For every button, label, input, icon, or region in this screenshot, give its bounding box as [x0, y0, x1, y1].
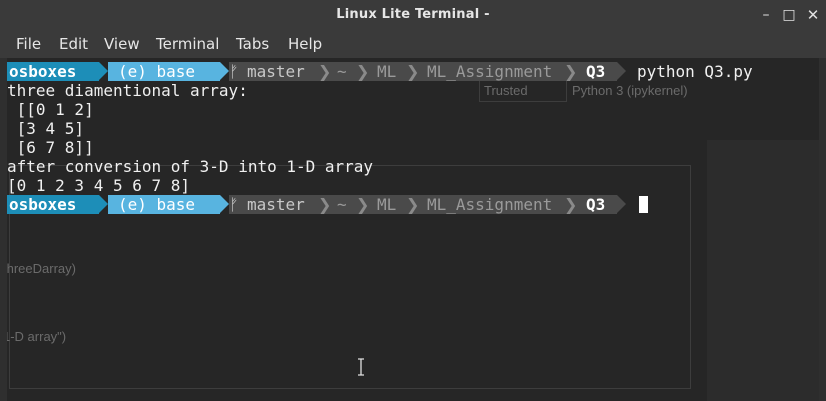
- prompt-current-dir: Q3: [586, 62, 606, 81]
- prompt-line: osboxes (e) base ᚠ master ❯ ~ ❯ ML ❯ ML_…: [7, 62, 819, 81]
- branch-icon: ᚠ: [229, 62, 239, 81]
- window-title: Linux Lite Terminal -: [336, 7, 490, 22]
- prompt-arrow: [617, 195, 626, 213]
- branch-icon: ᚠ: [229, 195, 239, 214]
- prompt-branch: master: [247, 62, 305, 81]
- menu-bar: File Edit View Terminal Tabs Help: [0, 31, 826, 58]
- path-separator: ❯: [356, 195, 370, 214]
- prompt-arrow: [220, 62, 229, 80]
- menu-tabs[interactable]: Tabs: [236, 35, 269, 53]
- path-separator: ❯: [564, 195, 578, 214]
- output-line: three diamentional array:: [7, 81, 248, 100]
- path-separator: ❯: [356, 62, 370, 81]
- path-separator: ❯: [406, 195, 420, 214]
- output-line: [6 7 8]]: [7, 138, 94, 157]
- path-separator: ❯: [406, 62, 420, 81]
- prompt-path-ml: ML: [377, 62, 397, 81]
- prompt-arrow: [99, 195, 108, 213]
- menu-help[interactable]: Help: [288, 35, 322, 53]
- prompt-path-ml: ML: [377, 195, 397, 214]
- path-separator: ❯: [318, 195, 332, 214]
- ibeam-cursor-icon: [358, 358, 364, 376]
- maximize-button[interactable]: □: [780, 6, 798, 24]
- output-line: [[0 1 2]: [7, 100, 94, 119]
- command-text: python Q3.py: [637, 62, 753, 81]
- ghost-kernel: Python 3 (ipykernel): [572, 83, 688, 98]
- prompt-user: osboxes: [7, 195, 99, 214]
- prompt-env: (e) base: [108, 62, 220, 81]
- output-line: [3 4 5]: [7, 119, 85, 138]
- menu-file[interactable]: File: [16, 35, 41, 53]
- prompt-arrow: [99, 62, 108, 80]
- prompt-path-assignment: ML_Assignment: [427, 195, 553, 214]
- output-line: [0 1 2 3 4 5 6 7 8]: [7, 176, 191, 195]
- prompt-path-home: ~: [337, 195, 347, 214]
- path-separator: ❯: [318, 62, 332, 81]
- ghost-panel: [707, 140, 819, 401]
- menu-terminal[interactable]: Terminal: [156, 35, 219, 53]
- path-separator: ❯: [564, 62, 578, 81]
- prompt-arrow: [617, 62, 626, 80]
- prompt-current-dir: Q3: [586, 195, 606, 214]
- menu-edit[interactable]: Edit: [59, 35, 88, 53]
- text-cursor: [639, 196, 648, 213]
- terminal-window: Linux Lite Terminal - – □ ✕ File Edit Vi…: [0, 0, 826, 401]
- close-button[interactable]: ✕: [804, 6, 822, 24]
- prompt-branch: master: [247, 195, 305, 214]
- prompt-path-assignment: ML_Assignment: [427, 62, 553, 81]
- output-line: after conversion of 3-D into 1-D array: [7, 157, 374, 176]
- prompt-env: (e) base: [108, 195, 220, 214]
- title-bar[interactable]: Linux Lite Terminal - – □ ✕: [0, 0, 826, 31]
- minimize-button[interactable]: –: [757, 6, 775, 24]
- prompt-arrow: [220, 195, 229, 213]
- terminal-area[interactable]: Trusted Python 3 (ipykernel) ) threeDarr…: [7, 58, 819, 401]
- prompt-line: osboxes (e) base ᚠ master ❯ ~ ❯ ML ❯ ML_…: [7, 195, 819, 214]
- prompt-user: osboxes: [7, 62, 99, 81]
- menu-view[interactable]: View: [104, 35, 140, 53]
- prompt-path-home: ~: [337, 62, 347, 81]
- ghost-trusted: Trusted: [484, 83, 528, 98]
